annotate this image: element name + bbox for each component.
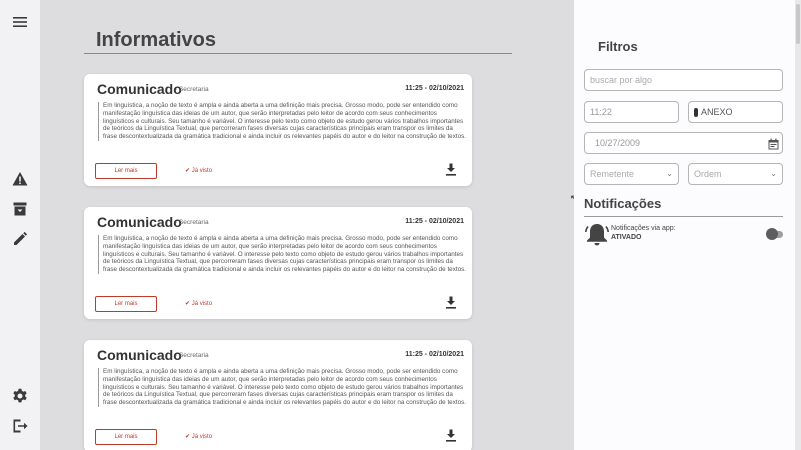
calendar-icon[interactable] (768, 137, 779, 150)
filters-title: Filtros (598, 39, 638, 54)
notifications-toggle[interactable] (766, 228, 783, 241)
seen-link[interactable]: ✔ Já visto (185, 300, 212, 307)
card-datetime: 11:25 - 02/10/2021 (405, 85, 464, 92)
order-select[interactable]: Ordem ⌄ (688, 163, 783, 185)
card-department: - Secretaria (175, 352, 209, 359)
read-more-button[interactable]: Ler mais (95, 163, 157, 179)
archive-icon[interactable] (12, 201, 28, 217)
sender-select-value: Remetente (590, 169, 635, 179)
sidebar (0, 0, 40, 450)
page-title: Informativos (96, 29, 217, 51)
announcement-card: Comunicado - Secretaria 11:25 - 02/10/20… (84, 340, 472, 450)
card-body: Em linguística, a noção de texto é ampla… (98, 368, 466, 407)
chevron-down-icon: ⌄ (770, 169, 777, 178)
toggle-knob (766, 228, 778, 240)
card-body: Em linguística, a noção de texto é ampla… (98, 235, 466, 274)
card-datetime: 11:25 - 02/10/2021 (405, 218, 464, 225)
attachment-toggle[interactable]: ANEXO (688, 101, 783, 123)
read-more-button[interactable]: Ler mais (95, 296, 157, 312)
scrollbar-thumb[interactable] (796, 4, 800, 44)
time-field[interactable]: 11:22 (584, 101, 679, 123)
date-field[interactable]: 10/27/2009 (584, 132, 783, 154)
notifications-divider (584, 216, 783, 217)
notifications-status: ATIVADO (611, 234, 642, 241)
card-title: Comunicado (97, 347, 182, 363)
seen-link[interactable]: ✔ Já visto (185, 167, 212, 174)
announcement-card: Comunicado - Secretaria 11:25 - 02/10/20… (84, 74, 472, 186)
attachment-label: ANEXO (701, 107, 733, 117)
chevron-down-icon: ⌄ (666, 169, 673, 178)
card-datetime: 11:25 - 02/10/2021 (405, 351, 464, 358)
title-divider (84, 53, 512, 54)
logout-icon[interactable] (12, 418, 28, 434)
announcement-card: Comunicado - Secretaria 11:25 - 02/10/20… (84, 207, 472, 319)
main-content: Informativos Comunicado - Secretaria 11:… (40, 0, 578, 450)
read-more-button[interactable]: Ler mais (95, 429, 157, 445)
order-select-value: Ordem (694, 169, 722, 179)
search-input[interactable]: buscar por algo (584, 69, 783, 91)
download-icon[interactable] (445, 429, 457, 442)
gear-icon[interactable] (12, 388, 28, 404)
filter-panel: Filtros buscar por algo 11:22 ANEXO 10/2… (574, 0, 801, 450)
card-department: - Secretaria (175, 86, 209, 93)
pencil-icon[interactable] (12, 231, 28, 247)
menu-icon[interactable] (12, 14, 28, 30)
bell-icon (584, 221, 610, 247)
download-icon[interactable] (445, 296, 457, 309)
date-value: 10/27/2009 (595, 138, 641, 148)
card-title: Comunicado (97, 81, 182, 97)
attachment-icon (694, 108, 698, 118)
card-body: Em linguística, a noção de texto é ampla… (98, 102, 466, 141)
card-title: Comunicado (97, 214, 182, 230)
scrollbar[interactable] (795, 0, 801, 450)
warning-icon[interactable] (12, 171, 28, 187)
notifications-label: Notificações via app: (611, 225, 676, 232)
card-department: - Secretaria (175, 219, 209, 226)
seen-link[interactable]: ✔ Já visto (185, 433, 212, 440)
notifications-title: Notificações (584, 196, 662, 211)
sender-select[interactable]: Remetente ⌄ (584, 163, 679, 185)
download-icon[interactable] (445, 163, 457, 176)
